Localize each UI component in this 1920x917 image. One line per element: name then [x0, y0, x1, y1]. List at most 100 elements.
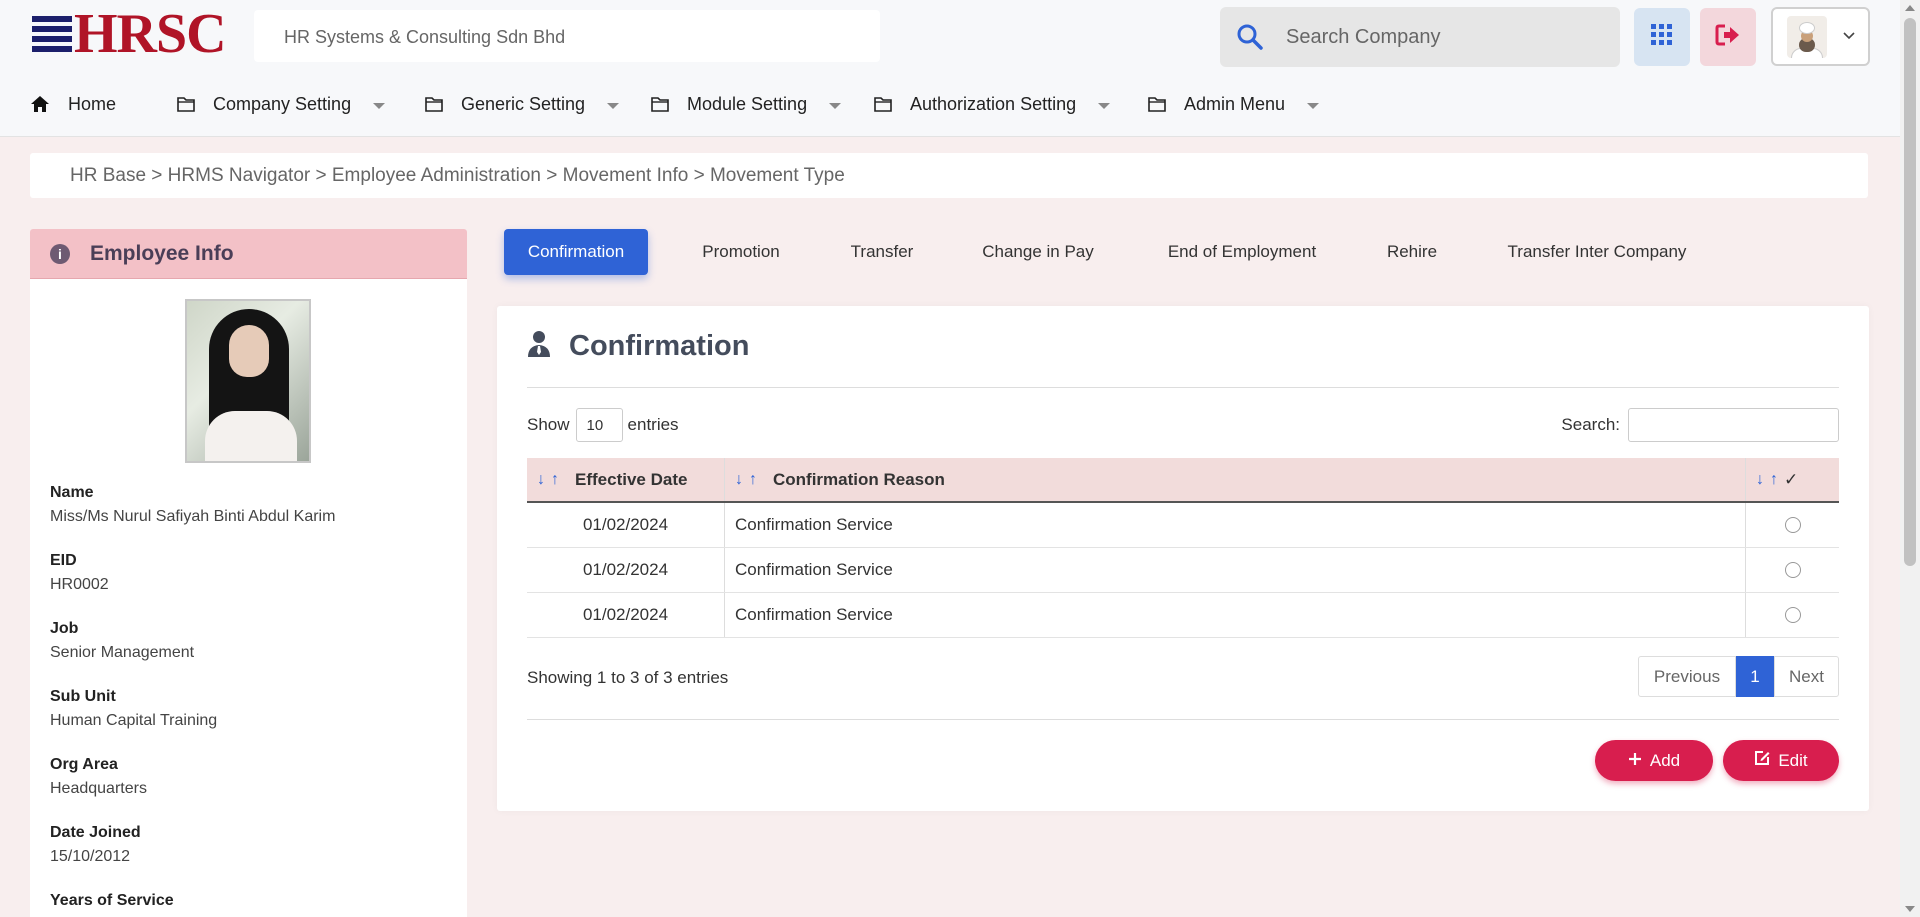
row-radio[interactable] [1784, 517, 1801, 533]
edit-button[interactable]: Edit [1723, 740, 1839, 781]
field-value: Miss/Ms Nurul Safiyah Binti Abdul Karim [50, 508, 336, 525]
nav-module-setting[interactable]: Module Setting [651, 86, 842, 122]
folder-icon [177, 97, 195, 112]
company-name-field[interactable]: HR Systems & Consulting Sdn Bhd [254, 10, 880, 62]
nav-authorization-setting[interactable]: Authorization Setting [874, 86, 1111, 122]
column-effective-date[interactable]: ↓↑ Effective Date [527, 458, 725, 501]
sort-icon: ↓↑ [537, 470, 565, 488]
row-radio[interactable] [1784, 607, 1801, 623]
folder-icon [1148, 97, 1166, 112]
breadcrumb[interactable]: HR Base > HRMS Navigator > Employee Admi… [30, 153, 1868, 198]
next-page-button[interactable]: Next [1774, 656, 1839, 697]
employee-job: Job Senior Management [50, 620, 194, 662]
folder-icon [425, 97, 443, 112]
info-icon: i [50, 243, 70, 264]
chevron-down-icon [1842, 28, 1855, 46]
card-title: Confirmation [569, 330, 750, 362]
folder-icon [874, 97, 892, 112]
sign-out-icon [1715, 23, 1741, 52]
logo-stripes [32, 16, 72, 52]
edit-icon [1754, 750, 1770, 771]
company-logo[interactable]: HRSC [32, 3, 227, 65]
tab-rehire[interactable]: Rehire [1369, 229, 1455, 275]
caret-down-icon [1307, 103, 1320, 109]
employee-info-header: i Employee Info [30, 229, 467, 279]
previous-page-button[interactable]: Previous [1638, 656, 1736, 697]
employee-org-area: Org Area Headquarters [50, 756, 147, 798]
nav-generic-setting[interactable]: Generic Setting [425, 86, 620, 122]
divider [527, 719, 1839, 720]
top-header: HRSC HR Systems & Consulting Sdn Bhd Sea… [0, 0, 1900, 137]
grid-icon [1651, 23, 1673, 51]
column-label: Effective Date [575, 469, 688, 489]
entries-length-control: Show 10 entries [527, 408, 679, 442]
employee-info-title: Employee Info [90, 241, 234, 265]
field-label: Name [50, 484, 94, 501]
field-value: Headquarters [50, 780, 147, 797]
user-menu-button[interactable] [1771, 7, 1870, 66]
tab-confirmation[interactable]: Confirmation [504, 229, 648, 275]
avatar [1786, 15, 1827, 58]
confirmation-card: Confirmation Show 10 entries Search: ↓↑ … [497, 306, 1869, 811]
tab-transfer-inter-company[interactable]: Transfer Inter Company [1485, 229, 1709, 275]
nav-company-setting[interactable]: Company Setting [177, 86, 386, 122]
company-search-box[interactable]: Search Company [1220, 7, 1620, 67]
check-icon: ✓ [1784, 469, 1799, 489]
employee-info-panel: i Employee Info Name Miss/Ms Nurul Safiy… [30, 229, 467, 917]
nav-module-setting-label: Module Setting [687, 93, 808, 114]
field-label: EID [50, 552, 77, 569]
field-value: 15/10/2012 [50, 848, 131, 865]
cell-effective-date: 01/02/2024 [527, 503, 725, 547]
main-nav: Home Company Setting Generic Setting Mod… [0, 86, 1900, 126]
tab-promotion[interactable]: Promotion [679, 229, 803, 275]
scrollbar-thumb[interactable] [1904, 18, 1916, 566]
field-label: Years of Service [50, 892, 174, 909]
page-1-button[interactable]: 1 [1736, 656, 1774, 697]
column-select[interactable]: ↓↑ ✓ [1746, 458, 1839, 501]
card-header: Confirmation [527, 330, 749, 363]
column-confirmation-reason[interactable]: ↓↑ Confirmation Reason [725, 458, 1746, 501]
table-row[interactable]: 01/02/2024 Confirmation Service [527, 593, 1839, 638]
scroll-down-arrow[interactable] [1905, 906, 1915, 912]
caret-down-icon [829, 103, 842, 109]
caret-down-icon [1098, 103, 1111, 109]
field-label: Org Area [50, 756, 118, 773]
nav-admin-menu-label: Admin Menu [1184, 93, 1286, 114]
search-icon[interactable] [1224, 7, 1276, 67]
scroll-up-arrow[interactable] [1905, 5, 1915, 11]
entries-select[interactable]: 10 [575, 408, 623, 442]
table-row[interactable]: 01/02/2024 Confirmation Service [527, 548, 1839, 593]
user-tie-icon [527, 330, 551, 363]
cell-select [1746, 593, 1839, 637]
sort-icon: ↓↑ [1756, 470, 1784, 488]
caret-down-icon [607, 103, 620, 109]
add-label: Add [1649, 750, 1681, 770]
field-label: Sub Unit [50, 688, 116, 705]
cell-confirmation-reason: Confirmation Service [725, 503, 1746, 547]
add-button[interactable]: Add [1595, 740, 1713, 781]
cell-effective-date: 01/02/2024 [527, 548, 725, 592]
company-search-input[interactable]: Search Company [1286, 26, 1441, 49]
cell-select [1746, 548, 1839, 592]
page-scrollbar[interactable] [1900, 0, 1920, 917]
nav-admin-menu[interactable]: Admin Menu [1148, 86, 1320, 122]
confirmation-table: ↓↑ Effective Date ↓↑ Confirmation Reason… [527, 458, 1839, 638]
apps-button[interactable] [1634, 8, 1690, 66]
logout-button[interactable] [1700, 8, 1756, 66]
logo-text: HRSC [74, 3, 227, 65]
field-value: Human Capital Training [50, 712, 218, 729]
column-label: Confirmation Reason [773, 469, 945, 489]
table-row[interactable]: 01/02/2024 Confirmation Service [527, 503, 1839, 548]
row-radio[interactable] [1784, 562, 1801, 578]
tab-end-of-employment[interactable]: End of Employment [1145, 229, 1339, 275]
table-search-input[interactable] [1628, 408, 1839, 442]
employee-years-of-service: Years of Service [50, 892, 174, 916]
table-info: Showing 1 to 3 of 3 entries [527, 668, 729, 687]
show-label: Show [527, 415, 570, 434]
tab-transfer[interactable]: Transfer [833, 229, 931, 275]
table-header: ↓↑ Effective Date ↓↑ Confirmation Reason… [527, 458, 1839, 503]
nav-home[interactable]: Home [30, 86, 116, 122]
cell-select [1746, 503, 1839, 547]
tab-change-in-pay[interactable]: Change in Pay [961, 229, 1115, 275]
nav-generic-setting-label: Generic Setting [461, 93, 586, 114]
